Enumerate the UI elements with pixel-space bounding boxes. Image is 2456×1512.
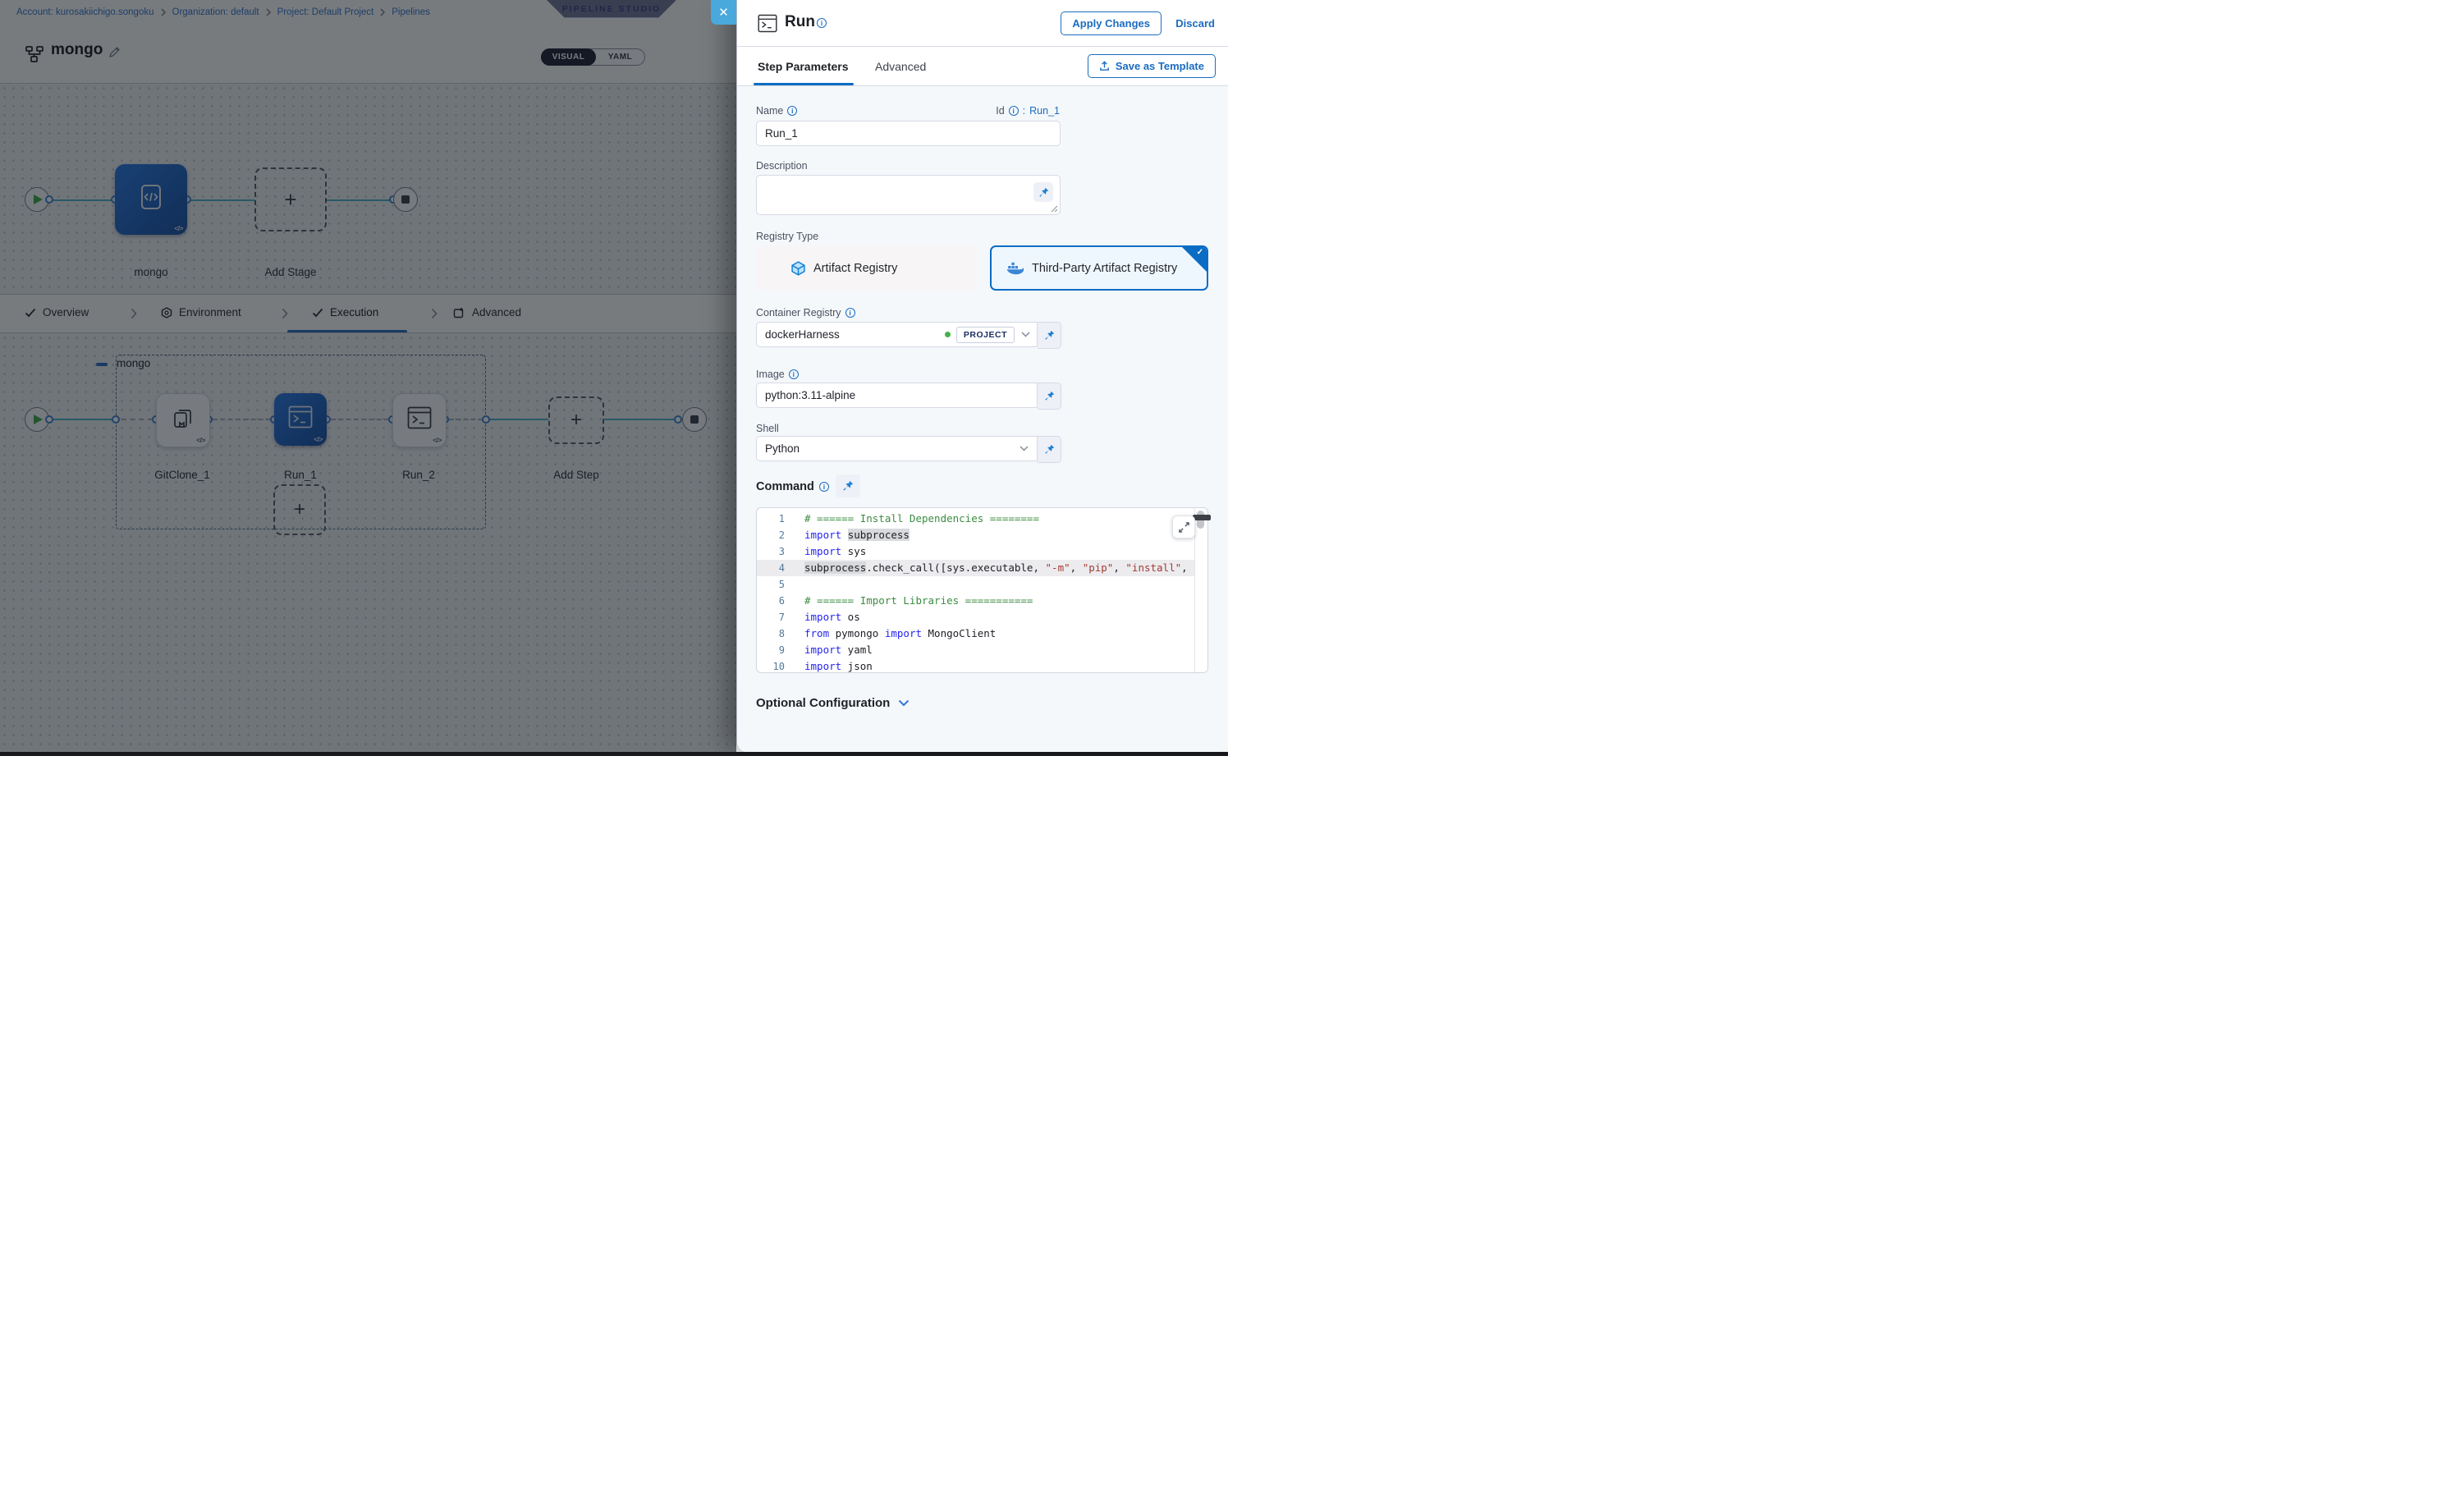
code-line: 6# ====== Import Libraries =========== bbox=[757, 593, 1207, 609]
panel-title: Run bbox=[785, 13, 815, 31]
step-config-panel: Run i Apply Changes Discard Step Paramet… bbox=[736, 0, 1228, 752]
id-separator: : bbox=[1023, 105, 1025, 117]
name-label: Namei bbox=[756, 105, 797, 117]
optional-configuration-toggle[interactable]: Optional Configuration bbox=[756, 696, 910, 710]
id-value: Run_1 bbox=[1029, 105, 1060, 117]
code-line: 1# ====== Install Dependencies ======== bbox=[757, 511, 1207, 527]
container-registry-label-text: Container Registry bbox=[756, 307, 841, 318]
pipeline-studio-screen: Account: kurosakiichigo.songoku Organiza… bbox=[0, 0, 1228, 756]
shell-label: Shell bbox=[756, 423, 779, 434]
container-registry-label: Container Registry i bbox=[756, 307, 855, 318]
chevron-down-icon bbox=[1020, 446, 1029, 451]
expand-editor-button[interactable] bbox=[1172, 515, 1195, 538]
description-textarea[interactable] bbox=[756, 175, 1061, 215]
code-line: 3import sys bbox=[757, 543, 1207, 560]
editor-scroll-dark-thumb[interactable] bbox=[1193, 515, 1211, 520]
code-line: 7import os bbox=[757, 609, 1207, 625]
thumbtack-icon bbox=[1038, 187, 1049, 198]
chevron-down-icon bbox=[898, 699, 910, 707]
run-step-icon bbox=[758, 14, 777, 33]
pin-runtime-input-button[interactable] bbox=[1033, 182, 1053, 202]
code-line: 9import yaml bbox=[757, 642, 1207, 658]
panel-header: Run i Apply Changes Discard bbox=[737, 0, 1228, 47]
status-dot bbox=[945, 332, 951, 337]
step-id: Id i : Run_1 bbox=[996, 105, 1060, 117]
code-line: 4subprocess.check_call([sys.executable, … bbox=[757, 560, 1207, 576]
tab-step-parameters[interactable]: Step Parameters bbox=[758, 60, 849, 73]
info-icon[interactable]: i bbox=[787, 106, 797, 116]
container-registry-value: dockerHarness bbox=[765, 328, 945, 341]
name-label-text: Name bbox=[756, 105, 783, 117]
code-line: 8from pymongo import MongoClient bbox=[757, 625, 1207, 642]
thumbtack-icon bbox=[1044, 330, 1055, 341]
chevron-down-icon[interactable] bbox=[1021, 332, 1030, 337]
save-as-template-label: Save as Template bbox=[1116, 60, 1204, 72]
pin-runtime-input-button[interactable] bbox=[836, 474, 860, 497]
command-label-text: Command bbox=[756, 480, 814, 493]
image-label: Imagei bbox=[756, 369, 799, 380]
pin-runtime-input-button[interactable] bbox=[1038, 383, 1061, 410]
resize-handle[interactable] bbox=[1051, 205, 1058, 213]
name-input[interactable] bbox=[756, 121, 1061, 146]
image-input[interactable] bbox=[756, 383, 1038, 408]
docker-whale-icon bbox=[1006, 261, 1024, 275]
apply-changes-button[interactable]: Apply Changes bbox=[1061, 11, 1162, 35]
pin-runtime-input-button[interactable] bbox=[1038, 436, 1061, 463]
registry-option-label: Artifact Registry bbox=[813, 262, 897, 275]
pin-runtime-input-button[interactable] bbox=[1038, 322, 1061, 349]
command-code-editor[interactable]: 1# ====== Install Dependencies ========2… bbox=[756, 507, 1208, 673]
code-line: 5 bbox=[757, 576, 1207, 593]
shell-label-text: Shell bbox=[756, 423, 779, 434]
bottom-edge-bar bbox=[0, 752, 1228, 756]
code-line: 10import json bbox=[757, 658, 1207, 673]
info-icon[interactable]: i bbox=[819, 482, 829, 492]
thumbtack-icon bbox=[842, 480, 854, 492]
image-label-text: Image bbox=[756, 369, 785, 380]
description-label-text: Description bbox=[756, 160, 808, 172]
selected-check-icon: ✓ bbox=[1197, 248, 1203, 257]
save-as-template-button[interactable]: Save as Template bbox=[1088, 54, 1216, 78]
modal-dim-overlay bbox=[0, 0, 736, 752]
registry-type-label: Registry Type bbox=[756, 231, 818, 242]
thumbtack-icon bbox=[1044, 391, 1055, 401]
thumbtack-icon bbox=[1044, 444, 1055, 455]
optional-configuration-label: Optional Configuration bbox=[756, 696, 890, 710]
expand-icon bbox=[1179, 522, 1189, 533]
active-tab-underline bbox=[754, 83, 854, 85]
description-label: Description bbox=[756, 160, 808, 172]
shell-select[interactable]: Python bbox=[756, 436, 1038, 461]
info-icon[interactable]: i bbox=[789, 369, 799, 379]
id-label: Id bbox=[996, 105, 1004, 117]
code-line: 2import subprocess bbox=[757, 527, 1207, 543]
shell-value: Python bbox=[765, 442, 1020, 455]
command-label: Command i bbox=[756, 480, 829, 493]
info-icon[interactable]: i bbox=[1009, 106, 1019, 116]
code-lines: 1# ====== Install Dependencies ========2… bbox=[757, 511, 1207, 673]
panel-tabs-bar: Step Parameters Advanced Save as Templat… bbox=[737, 47, 1228, 86]
registry-option-label: Third-Party Artifact Registry bbox=[1032, 262, 1177, 275]
close-drawer-button[interactable]: ✕ bbox=[711, 0, 736, 25]
info-icon[interactable]: i bbox=[845, 308, 855, 318]
artifact-registry-cube-icon bbox=[791, 261, 805, 276]
registry-type-label-text: Registry Type bbox=[756, 231, 818, 242]
tab-advanced[interactable]: Advanced bbox=[875, 60, 926, 73]
info-icon[interactable]: i bbox=[817, 18, 827, 28]
registry-option-third-party[interactable]: Third-Party Artifact Registry ✓ bbox=[990, 245, 1208, 291]
editor-scrollbar[interactable] bbox=[1194, 508, 1207, 672]
scope-badge: PROJECT bbox=[956, 327, 1015, 343]
discard-button[interactable]: Discard bbox=[1175, 17, 1215, 30]
container-registry-field[interactable]: dockerHarness PROJECT bbox=[756, 322, 1038, 347]
registry-option-artifact[interactable]: Artifact Registry bbox=[755, 245, 977, 291]
upload-icon bbox=[1099, 61, 1110, 71]
